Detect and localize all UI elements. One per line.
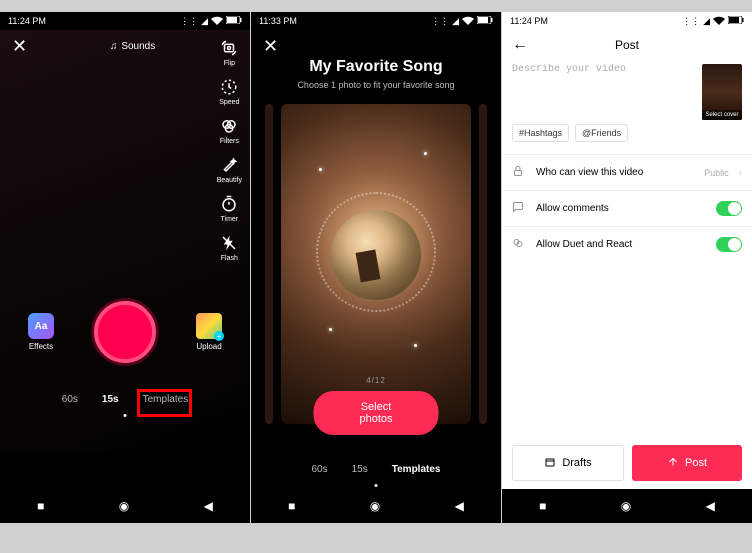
tab-15s[interactable]: 15s (350, 460, 370, 479)
chevron-right-icon: › (739, 167, 742, 178)
comments-row: Allow comments (502, 190, 752, 226)
flip-button[interactable]: Flip (219, 38, 239, 67)
signal-icon: ◢ (703, 16, 710, 27)
timer-icon (219, 194, 239, 214)
battery-icon (477, 16, 493, 26)
template-card-next[interactable] (479, 104, 487, 424)
flash-button[interactable]: Flash (219, 233, 239, 262)
clock: 11:24 PM (8, 16, 46, 26)
status-bar: 11:33 PM ⋮⋮ ◢ (251, 12, 501, 30)
record-button[interactable] (94, 301, 156, 363)
template-subtitle: Choose 1 photo to fit your favorite song (251, 80, 501, 90)
nav-back-icon[interactable]: ◀ (706, 499, 715, 513)
drafts-button[interactable]: Drafts (512, 445, 624, 481)
page-title: Post (615, 38, 639, 52)
comments-toggle[interactable] (716, 201, 742, 216)
upload-icon (196, 313, 222, 339)
tab-60s[interactable]: 60s (60, 390, 80, 409)
battery-icon (728, 16, 744, 26)
template-card-prev[interactable] (265, 104, 273, 424)
filters-icon (219, 116, 239, 136)
cover-label: Select cover (702, 110, 742, 120)
tab-indicator (375, 484, 378, 487)
comment-icon (512, 201, 526, 216)
tab-15s[interactable]: 15s (100, 390, 121, 409)
post-button[interactable]: Post (632, 445, 742, 481)
tab-templates[interactable]: Templates (390, 460, 443, 479)
nav-home-icon[interactable]: ◉ (119, 499, 129, 513)
album-art (331, 210, 421, 300)
wifi-icon (462, 16, 474, 27)
select-cover-button[interactable]: Select cover (702, 64, 742, 120)
flash-icon (219, 233, 239, 253)
privacy-row[interactable]: Who can view this video Public › (502, 154, 752, 190)
status-bar: 11:24 PM ⋮⋮ ◢ (0, 12, 250, 30)
speed-icon (219, 77, 239, 97)
drafts-icon (544, 456, 556, 471)
nav-home-icon[interactable]: ◉ (370, 499, 380, 513)
wifi-icon (713, 16, 725, 27)
nav-back-icon[interactable]: ◀ (204, 499, 213, 513)
hashtags-button[interactable]: #Hashtags (512, 124, 569, 142)
tab-indicator (124, 414, 127, 417)
clock: 11:24 PM (510, 16, 548, 26)
sounds-label: Sounds (121, 41, 155, 52)
android-nav-bar: ■ ◉ ◀ (251, 489, 501, 523)
template-title: My Favorite Song (251, 58, 501, 76)
timer-button[interactable]: Timer (219, 194, 239, 223)
nav-back-icon[interactable]: ◀ (455, 499, 464, 513)
nav-recent-icon[interactable]: ■ (37, 499, 44, 513)
signal-icon: ◢ (201, 16, 208, 27)
highlight-box (137, 389, 192, 417)
volte-icon: ⋮⋮ (180, 16, 198, 27)
friends-button[interactable]: @Friends (575, 124, 628, 142)
wifi-icon (211, 16, 223, 27)
select-photos-button[interactable]: Select photos (314, 391, 439, 435)
status-bar: 11:24 PM ⋮⋮ ◢ (502, 12, 752, 30)
template-counter: 4/12 (366, 376, 386, 385)
signal-icon: ◢ (452, 16, 459, 27)
android-nav-bar: ■ ◉ ◀ (502, 489, 752, 523)
duet-icon (512, 237, 526, 252)
nav-recent-icon[interactable]: ■ (539, 499, 546, 513)
volte-icon: ⋮⋮ (682, 16, 700, 27)
lock-icon (512, 165, 526, 180)
beautify-button[interactable]: Beautify (217, 155, 242, 184)
effects-button[interactable]: AaEffects (28, 313, 54, 351)
beautify-icon (219, 155, 239, 175)
volte-icon: ⋮⋮ (431, 16, 449, 27)
speed-button[interactable]: Speed (219, 77, 239, 106)
clock: 11:33 PM (259, 16, 297, 26)
filters-button[interactable]: Filters (219, 116, 239, 145)
flip-icon (219, 38, 239, 58)
android-nav-bar: ■ ◉ ◀ (0, 489, 250, 523)
nav-recent-icon[interactable]: ■ (288, 499, 295, 513)
post-icon (667, 456, 679, 471)
sounds-button[interactable]: ♫ Sounds (110, 41, 155, 52)
description-input[interactable] (512, 64, 694, 114)
duet-row: Allow Duet and React (502, 226, 752, 262)
battery-icon (226, 16, 242, 26)
effects-icon: Aa (28, 313, 54, 339)
duet-toggle[interactable] (716, 237, 742, 252)
camera-viewfinder: ✕ ♫ Sounds Flip Speed Filters Beautify T… (0, 30, 250, 453)
back-icon[interactable]: ← (512, 36, 528, 54)
close-icon[interactable]: ✕ (263, 36, 278, 57)
music-note-icon: ♫ (110, 41, 118, 52)
nav-home-icon[interactable]: ◉ (621, 499, 631, 513)
tab-60s[interactable]: 60s (310, 460, 330, 479)
close-icon[interactable]: ✕ (12, 36, 27, 57)
upload-button[interactable]: Upload (196, 313, 222, 351)
